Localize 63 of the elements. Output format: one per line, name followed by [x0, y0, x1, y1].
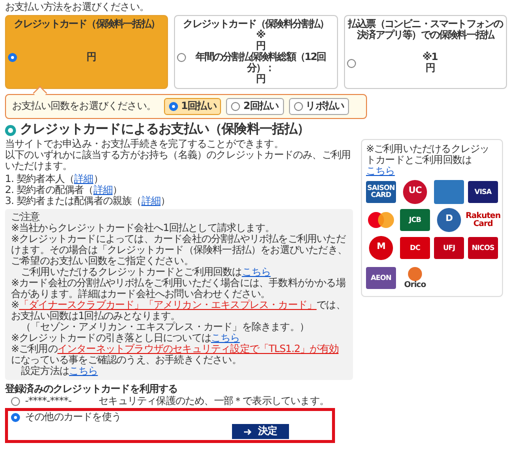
security-note: セキュリティ保護のため、一部＊で表示しています。 [98, 396, 329, 408]
card-title: クレジットカード（保険料一括払） [14, 19, 160, 30]
amount-text: 円 [425, 63, 434, 74]
installment-label: お支払い回数をお選びください。 [12, 101, 156, 112]
card-logo: UC [403, 180, 427, 204]
amount-text: ※ [256, 30, 265, 41]
list-item: 1. 契約者本人（詳細） [5, 174, 103, 186]
link[interactable]: こちら [210, 333, 240, 344]
note-text: （「セゾン・アメリカン・エキスプレス・カード」を除きます。） [20, 322, 310, 334]
note-text: ※クレジットカードによっては、カード会社の分割払やリボ払をご利用いただけます。その場合は「クレジットカード（保険料一括払）をお選びいただき、ご希望のお支払い回数をご指定ください。 [11, 234, 347, 268]
card-logo: Orico [400, 264, 430, 292]
intro-text: 以下のいずれかに該当する方がお持ち（名義）のクレジットカードのみ、ご利用いただけます。 [5, 150, 352, 172]
list-item: 3. 契約者または配偶者の親族（詳細） [5, 196, 172, 208]
section-subheading: 登録済みのクレジットカードを利用する [5, 384, 179, 396]
link[interactable]: 「ダイナースクラブカード」「アメリカン・エキスプレス・カード」 [18, 300, 317, 312]
radio-button[interactable] [231, 102, 240, 111]
amount-text: ※1 [422, 52, 438, 63]
amount-text: 円 [256, 74, 266, 85]
note-text: ※「ダイナースクラブカード」「アメリカン・エキスプレス・カード」では、お支払い回数は1回払のみとなります。 [11, 300, 346, 322]
brands-note: ※ご利用いただけるクレジットカードとご利用回数は こちら [366, 144, 490, 178]
radio-button[interactable] [294, 102, 303, 111]
amount-text: 年間の分割払保険料総額（12回分）： [194, 52, 327, 74]
option-label: -****-****- [25, 396, 72, 408]
note-text: ※クレジットカードの引き落とし日についてはこちら [11, 333, 240, 344]
details-link[interactable]: 詳細 [74, 174, 94, 186]
intro-text: 当サイトでお申込み・お支払手続きを完了することができます。 [5, 139, 284, 150]
notes-title: ご注意 [11, 212, 41, 224]
installment-option[interactable]: 1回払い [164, 98, 222, 115]
details-link[interactable]: 詳細 [93, 185, 113, 196]
option-label: その他のカードを使う [25, 412, 122, 424]
radio-button[interactable] [11, 413, 20, 422]
payment-method-card[interactable]: 払込票（コンビニ・スマートフォンの決済アプリ等）での保険料一括払 ※1 円 [344, 15, 507, 89]
radio-button[interactable] [11, 397, 20, 406]
arrow-icon [244, 428, 252, 436]
link[interactable]: インターネットブラウザのセキュリティ設定で「TLS1.2」が有効 [57, 344, 339, 356]
card-logo: D [437, 208, 461, 232]
link[interactable]: こちら [242, 267, 271, 278]
note-text: ※カード会社の分割払やリボ払をご利用いただく場合には、手数料がかかる場合があります。詳細はカード会社へお問い合わせください。 [11, 278, 347, 300]
note-text: ※ご利用のインターネットブラウザのセキュリティ設定で「TLS1.2」が有効 になっている事をご確認のうえ、お手続きください。 [11, 344, 340, 366]
card-logo: Rakuten Card [468, 210, 498, 230]
link[interactable]: こちら [69, 366, 98, 378]
note-text: ご利用いただけるクレジットカードとご利用回数はこちら [20, 267, 271, 278]
note-text: ※当社からクレジットカード会社へ1回払として請求します。 [11, 223, 275, 234]
card-title: クレジットカード（保険料分割払） [183, 19, 329, 30]
radio-button[interactable] [177, 53, 186, 62]
radio-button[interactable] [8, 53, 17, 62]
card-title: 払込票（コンビニ・スマートフォンの決済アプリ等）での保険料一括払 [346, 19, 504, 41]
amount-text: 円 [256, 41, 266, 52]
payment-method-card[interactable]: クレジットカード（保険料一括払） 円 [5, 15, 168, 89]
card-logo: M [369, 236, 393, 260]
confirm-button[interactable]: 決定 [232, 424, 289, 440]
instruction-text: お支払い方法をお選びください。 [5, 2, 150, 13]
radio-button[interactable] [346, 58, 356, 68]
payment-method-card[interactable]: クレジットカード（保険料分割払） ※ 円 年間の分割払保険料総額（12回分）： 円 [174, 15, 338, 89]
list-item: 2. 契約者の配偶者（詳細） [5, 185, 122, 196]
link[interactable]: こちら [366, 166, 395, 178]
radio-button[interactable] [169, 102, 178, 111]
details-link[interactable]: 詳細 [141, 196, 161, 208]
note-text: 設定方法はこちら [20, 366, 99, 378]
installment-option[interactable]: リボ払い [288, 98, 350, 115]
installment-option[interactable]: 2回払い [226, 98, 284, 115]
section-heading: クレジットカードによるお支払い（保険料一括払） [20, 123, 310, 138]
amount-text: 円 [86, 52, 96, 63]
